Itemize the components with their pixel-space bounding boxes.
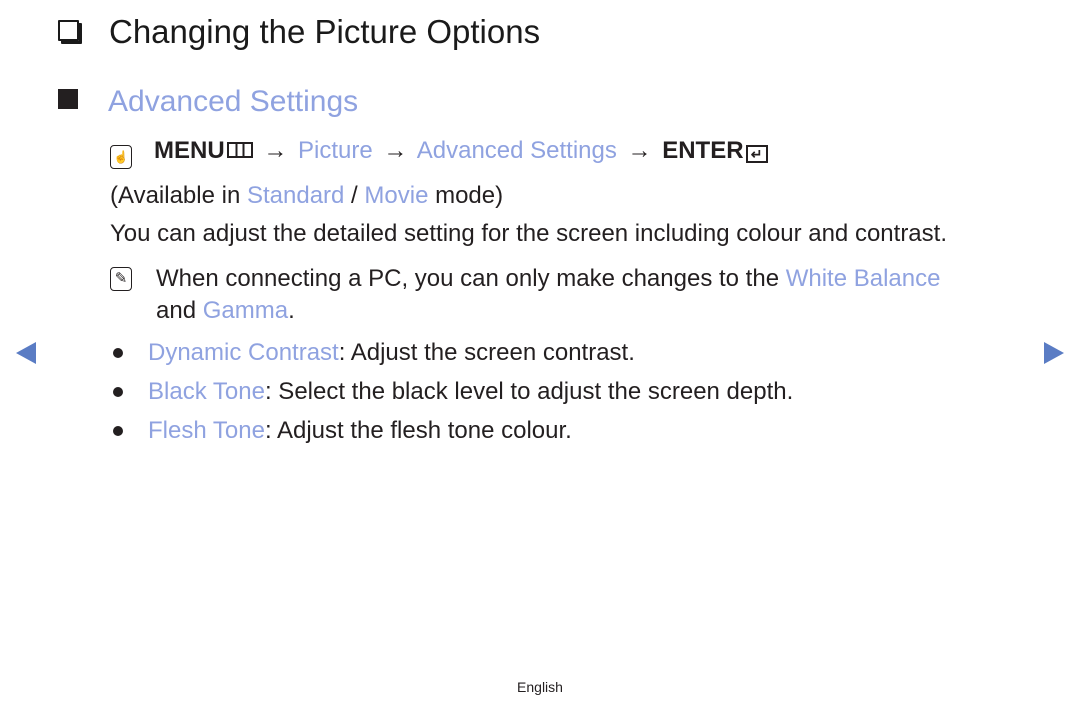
filled-square-icon	[58, 89, 78, 109]
availability-suffix: mode)	[428, 182, 504, 209]
mode-link-standard[interactable]: Standard	[247, 182, 344, 209]
menu-label: MENU	[154, 137, 225, 164]
bullet-icon	[113, 348, 123, 358]
link-white-balance[interactable]: White Balance	[786, 265, 941, 292]
menu-grid-icon	[226, 142, 253, 158]
availability-text: (Available in Standard / Movie mode)	[110, 180, 503, 212]
link-gamma[interactable]: Gamma	[203, 297, 288, 324]
note-icon: ✎	[110, 267, 132, 291]
menu-link-advanced-settings[interactable]: Advanced Settings	[417, 137, 617, 164]
note-text: When connecting a PC, you can only make …	[156, 265, 786, 292]
description: You can adjust the detailed setting for …	[110, 220, 947, 247]
enter-icon: ↵	[745, 145, 768, 163]
menu-link-picture[interactable]: Picture	[298, 137, 373, 164]
bullet-text: : Select the black level to adjust the s…	[264, 378, 794, 405]
note-line-2: and Gamma.	[156, 295, 295, 327]
next-page-arrow-icon[interactable]	[1044, 342, 1064, 364]
previous-page-arrow-icon[interactable]	[16, 342, 36, 364]
note-text: and	[156, 297, 203, 324]
enter-label: ENTER	[662, 137, 744, 164]
footer-language: English	[517, 679, 563, 695]
availability-separator: /	[344, 182, 365, 209]
remote-hand-icon: ☝	[110, 145, 132, 169]
arrow: →	[627, 137, 652, 164]
note-line-1: When connecting a PC, you can only make …	[156, 263, 940, 295]
section-heading: Changing the Picture Options	[58, 10, 540, 54]
section-title: Changing the Picture Options	[109, 13, 541, 50]
bullet-icon	[113, 387, 123, 397]
menu-path: ☝ MENU → Picture → Advanced Settings → EN…	[110, 133, 768, 169]
bullet-icon	[113, 426, 123, 436]
link-flesh-tone[interactable]: Flesh Tone	[148, 417, 265, 444]
arrow: →	[383, 137, 408, 164]
bullet-text: : Adjust the flesh tone colour.	[264, 417, 572, 444]
availability-prefix: (Available in	[110, 182, 247, 209]
arrow: →	[263, 137, 288, 164]
link-dynamic-contrast[interactable]: Dynamic Contrast	[148, 339, 339, 366]
mode-link-movie[interactable]: Movie	[364, 182, 428, 209]
subsection-heading: Advanced Settings	[58, 80, 358, 124]
note-text: .	[288, 297, 295, 324]
bullet-text: : Adjust the screen contrast.	[338, 339, 635, 366]
subsection-title: Advanced Settings	[108, 85, 359, 118]
checkbox-square-icon	[58, 20, 79, 41]
link-black-tone[interactable]: Black Tone	[148, 378, 265, 405]
